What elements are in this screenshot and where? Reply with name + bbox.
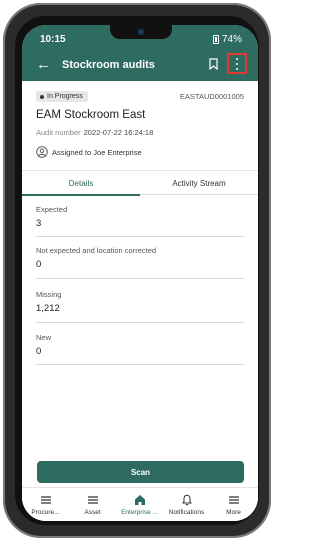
nav-label: Asset: [84, 509, 101, 516]
nav-item-enterprise[interactable]: Enterprise ...: [116, 488, 163, 521]
menu-icon: [40, 496, 51, 504]
field-label: Expected: [36, 205, 68, 214]
app-header: 10:15 74% ← Stockroom audits: [22, 25, 258, 81]
menu-icon: [87, 496, 98, 504]
field-value: 0: [36, 259, 42, 270]
audit-number: Audit number 2022-07-22 16:24:18: [36, 128, 153, 137]
field-value: 3: [36, 218, 42, 229]
audit-number-value: 2022-07-22 16:24:18: [83, 128, 154, 137]
field-value: 1,212: [36, 303, 60, 314]
nav-item-procurement[interactable]: Procure...: [22, 488, 69, 521]
tab-activity-stream-label: Activity Stream: [172, 178, 226, 188]
field-label: Not expected and location corrected: [36, 246, 157, 255]
tab-details[interactable]: Details: [22, 171, 140, 196]
status-dot-icon: [40, 94, 44, 99]
more-vertical-icon[interactable]: [236, 58, 238, 70]
person-icon: [36, 146, 48, 158]
nav-item-more[interactable]: More: [210, 488, 257, 521]
field-new: New 0: [36, 333, 244, 365]
battery-status: 74%: [212, 34, 242, 45]
battery-percent: 74%: [221, 34, 242, 45]
field-label: Missing: [36, 290, 62, 299]
bookmark-icon[interactable]: [209, 58, 218, 70]
menu-icon: [228, 496, 239, 504]
nav-label: Enterprise ...: [121, 509, 158, 516]
nav-label: Procure...: [31, 509, 60, 516]
app-screen: 10:15 74% ← Stockroom audits In Progress…: [22, 25, 258, 521]
assigned-to: Assigned to Joe Enterprise: [36, 146, 142, 158]
battery-icon: [212, 35, 219, 44]
field-value: 0: [36, 346, 42, 357]
record-id: EASTAUD0001005: [179, 92, 244, 101]
page-title: Stockroom audits: [62, 59, 155, 71]
phone-frame: 10:15 74% ← Stockroom audits In Progress…: [3, 3, 271, 538]
nav-label: More: [226, 509, 241, 516]
tab-bar: Details Activity Stream: [22, 170, 258, 196]
nav-item-asset[interactable]: Asset: [69, 488, 116, 521]
field-missing: Missing 1,212: [36, 290, 244, 323]
tab-activity-stream[interactable]: Activity Stream: [140, 171, 258, 195]
status-badge: In Progress: [36, 91, 88, 102]
scan-button[interactable]: Scan: [37, 461, 244, 483]
camera-icon: [138, 29, 144, 35]
bottom-nav: Procure... Asset Enterprise ... Notifica…: [22, 487, 258, 521]
status-time: 10:15: [40, 34, 66, 45]
field-expected: Expected 3: [36, 205, 244, 237]
field-label: New: [36, 333, 52, 342]
tab-details-label: Details: [68, 178, 94, 188]
arrow-left-icon[interactable]: ←: [36, 57, 51, 72]
bell-icon: [181, 494, 192, 506]
record-title: EAM Stockroom East: [36, 109, 146, 121]
home-icon: [134, 495, 145, 505]
active-tab-indicator: [22, 194, 140, 196]
assigned-to-label: Assigned to Joe Enterprise: [52, 147, 142, 157]
status-badge-label: In Progress: [47, 93, 83, 100]
audit-number-label: Audit number: [36, 128, 81, 137]
nav-item-notifications[interactable]: Notifications: [163, 488, 210, 521]
nav-label: Notifications: [168, 509, 205, 516]
field-not-expected: Not expected and location corrected 0: [36, 246, 244, 279]
